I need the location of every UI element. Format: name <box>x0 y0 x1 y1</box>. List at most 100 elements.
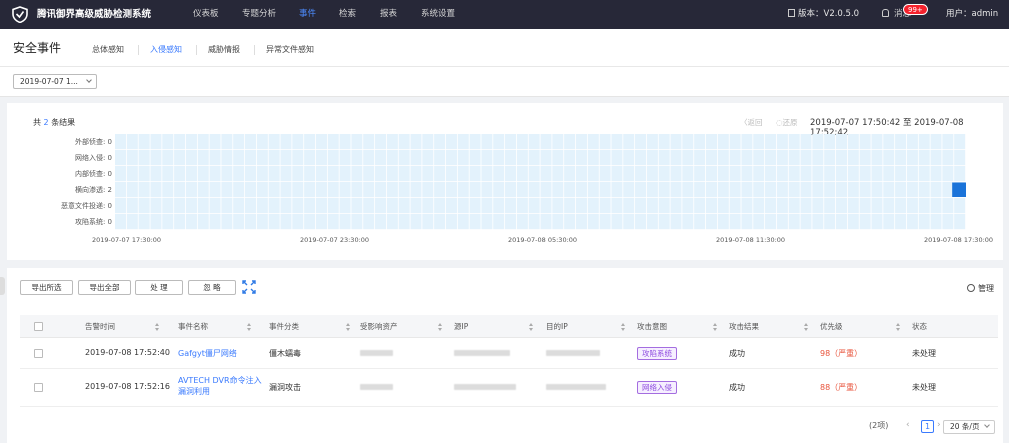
heatmap-cell <box>670 198 682 214</box>
heatmap-cell <box>729 214 741 230</box>
time-tick: 2019-07-08 11:30:00 <box>716 236 786 244</box>
nav-dashboard[interactable]: 仪表板 <box>193 0 219 29</box>
tab-abnormal-file[interactable]: 异常文件感知 <box>266 29 314 70</box>
heatmap-cell <box>658 182 670 198</box>
heatmap-cell <box>564 214 576 230</box>
heatmap-cell <box>351 182 363 198</box>
heatmap-cell <box>410 166 422 182</box>
heatmap-cell <box>540 182 552 198</box>
sort-icon[interactable] <box>896 323 900 331</box>
heatmap-cell <box>623 198 635 214</box>
sort-icon[interactable] <box>621 323 625 331</box>
heatmap-cell <box>824 198 836 214</box>
sort-icon[interactable] <box>247 323 251 331</box>
heatmap-cell <box>410 182 422 198</box>
heatmap-cell <box>115 150 127 166</box>
prev-page-icon[interactable]: ‹ <box>906 420 910 430</box>
heatmap-cell <box>575 198 587 214</box>
sort-icon[interactable] <box>438 323 442 331</box>
row-checkbox[interactable] <box>34 383 43 392</box>
col-event-category[interactable]: 事件分类 <box>269 315 299 338</box>
heatmap-cell <box>469 182 481 198</box>
user-menu[interactable]: 用户：admin <box>946 0 998 29</box>
heatmap-cell <box>646 182 658 198</box>
row-checkbox[interactable] <box>34 349 43 358</box>
nav-events[interactable]: 事件 <box>299 0 316 29</box>
heatmap-cell <box>256 214 268 230</box>
col-alert-time[interactable]: 告警时间 <box>85 315 115 338</box>
heatmap-cell <box>375 134 387 150</box>
heatmap-cell <box>670 166 682 182</box>
date-range-select[interactable]: 2019-07-07 1... <box>13 74 97 89</box>
sort-icon[interactable] <box>346 323 350 331</box>
tab-threat-intel[interactable]: 威胁情报 <box>208 29 240 70</box>
select-all-checkbox[interactable] <box>34 322 43 331</box>
heatmap-cell <box>292 182 304 198</box>
manage-button[interactable]: 管理 <box>967 283 994 294</box>
heatmap-cell <box>812 198 824 214</box>
heatmap-cell <box>197 166 209 182</box>
col-event-name[interactable]: 事件名称 <box>178 315 208 338</box>
col-source-ip[interactable]: 源IP <box>454 315 468 338</box>
heatmap-cell <box>895 134 907 150</box>
col-priority[interactable]: 优先级 <box>820 315 843 338</box>
heatmap-cell <box>611 150 623 166</box>
sort-icon[interactable] <box>713 323 717 331</box>
heatmap-cell <box>398 214 410 230</box>
heatmap-cell <box>540 166 552 182</box>
heatmap-cell <box>126 182 138 198</box>
heatmap-cell <box>315 182 327 198</box>
heatmap-highlight-cell[interactable] <box>952 182 966 198</box>
reset-button[interactable]: ◌还原 <box>776 117 798 128</box>
col-attack-result[interactable]: 攻击结果 <box>729 315 759 338</box>
page-1-button[interactable]: 1 <box>921 420 934 433</box>
heatmap-cell <box>398 198 410 214</box>
sort-icon[interactable] <box>155 323 159 331</box>
heatmap-cell <box>942 166 954 182</box>
sort-icon[interactable] <box>804 323 808 331</box>
heatmap-cell <box>682 182 694 198</box>
heatmap-cell <box>575 150 587 166</box>
ignore-button[interactable]: 忽 略 <box>188 280 236 295</box>
heatmap-cell <box>540 198 552 214</box>
heatmap-cell <box>658 134 670 150</box>
heatmap-cell <box>327 150 339 166</box>
nav-reports[interactable]: 报表 <box>380 0 397 29</box>
heatmap-cell <box>233 150 245 166</box>
next-page-icon[interactable]: › <box>937 420 941 430</box>
sort-icon[interactable] <box>529 323 533 331</box>
dest-ip-redacted <box>546 350 600 356</box>
export-all-button[interactable]: 导出全部 <box>78 280 131 295</box>
back-button[interactable]: 〈返回 <box>740 117 763 128</box>
heatmap-cell <box>162 214 174 230</box>
handle-button[interactable]: 处 理 <box>135 280 183 295</box>
col-status[interactable]: 状态 <box>912 315 927 338</box>
heatmap-cell <box>115 214 127 230</box>
heatmap-cell <box>363 182 375 198</box>
event-name-link[interactable]: AVTECH DVR命令注入漏洞利用 <box>178 375 268 397</box>
category-label: 恶意文件投递: 0 <box>60 202 112 210</box>
nav-topic-analysis[interactable]: 专题分析 <box>242 0 276 29</box>
fullscreen-icon[interactable] <box>242 280 256 294</box>
col-affected-asset[interactable]: 受影响资产 <box>360 315 398 338</box>
tab-overall-awareness[interactable]: 总体感知 <box>92 29 124 70</box>
heatmap-cell <box>280 214 292 230</box>
heatmap-cell <box>516 166 528 182</box>
table-row[interactable]: 2019-07-08 17:52:40 Gafgyt僵尸网络 僵木蠕毒 攻陷系统… <box>20 338 998 369</box>
heatmap-cell <box>587 150 599 166</box>
event-name-link[interactable]: Gafgyt僵尸网络 <box>178 348 237 359</box>
nav-system-settings[interactable]: 系统设置 <box>421 0 455 29</box>
heatmap-cell <box>812 134 824 150</box>
status-value: 未处理 <box>912 383 936 392</box>
nav-search[interactable]: 检索 <box>339 0 356 29</box>
heatmap-cell <box>410 214 422 230</box>
export-selected-button[interactable]: 导出所选 <box>20 280 73 295</box>
page-size-select[interactable]: 20 条/页 <box>943 420 995 434</box>
tab-intrusion-awareness[interactable]: 入侵感知 <box>150 29 182 70</box>
heatmap-cell <box>552 198 564 214</box>
col-attack-intent[interactable]: 攻击意图 <box>637 315 667 338</box>
heatmap-cell <box>375 150 387 166</box>
sidebar-toggle[interactable] <box>0 277 5 295</box>
col-dest-ip[interactable]: 目的IP <box>546 315 568 338</box>
table-row[interactable]: 2019-07-08 17:52:16 AVTECH DVR命令注入漏洞利用 漏… <box>20 369 998 407</box>
